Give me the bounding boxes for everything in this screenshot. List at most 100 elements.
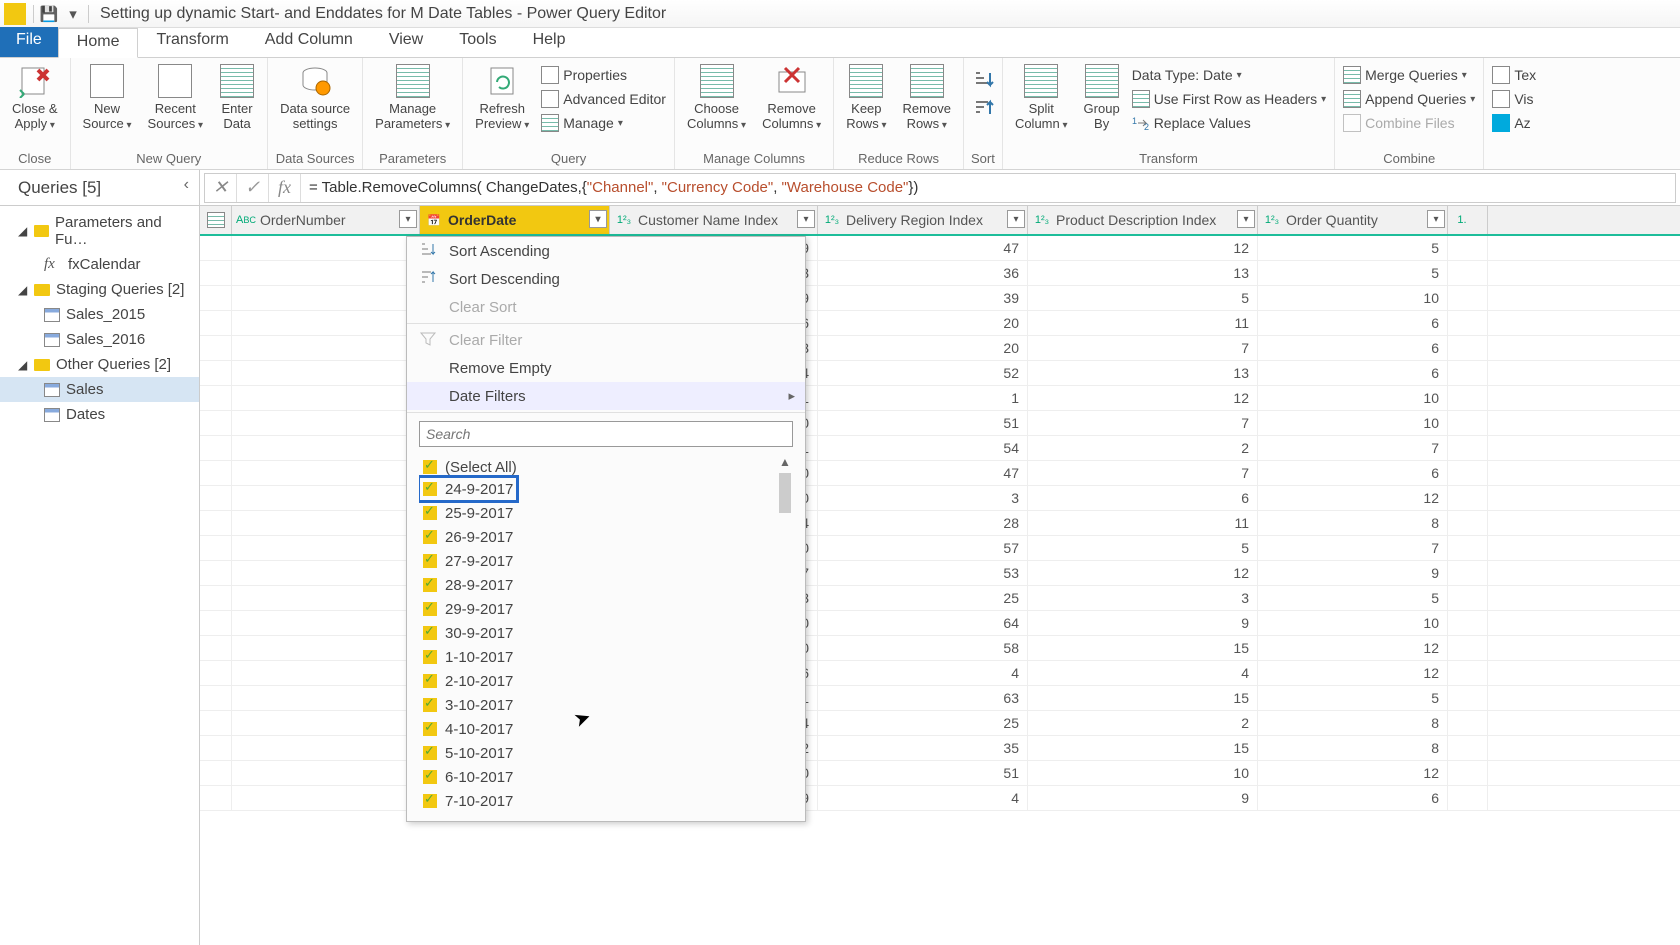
enter-data-button[interactable]: Enter Data bbox=[213, 60, 261, 133]
filter-value-item[interactable]: 27-9-2017 bbox=[419, 549, 793, 573]
filter-dropdown-icon[interactable]: ▾ bbox=[589, 210, 607, 228]
col-orderdate[interactable]: 📅OrderDate▾ bbox=[420, 206, 610, 234]
data-type-button[interactable]: Data Type: Date bbox=[1130, 64, 1328, 86]
col-extra[interactable]: 1. bbox=[1448, 206, 1488, 234]
scroll-thumb[interactable] bbox=[779, 473, 791, 513]
filter-dropdown-icon[interactable]: ▾ bbox=[1007, 210, 1025, 228]
sort-desc-item[interactable]: Sort Descending bbox=[407, 265, 805, 293]
filter-value-item[interactable]: 3-10-2017 bbox=[419, 693, 793, 717]
tab-transform[interactable]: Transform bbox=[138, 27, 246, 57]
filter-search-input[interactable] bbox=[419, 421, 793, 447]
tab-add-column[interactable]: Add Column bbox=[247, 27, 371, 57]
sort-desc-button[interactable] bbox=[970, 98, 996, 120]
group-query-label: Query bbox=[469, 150, 668, 169]
keep-rows-button[interactable]: Keep Rows bbox=[840, 60, 892, 135]
filter-value-item[interactable]: 30-9-2017 bbox=[419, 621, 793, 645]
properties-button[interactable]: Properties bbox=[539, 64, 668, 86]
filter-value-item[interactable]: 5-10-2017 bbox=[419, 741, 793, 765]
filter-value-item[interactable]: 2-10-2017 bbox=[419, 669, 793, 693]
append-queries-button[interactable]: Append Queries bbox=[1341, 88, 1477, 110]
ribbon-tab-bar: File Home Transform Add Column View Tool… bbox=[0, 28, 1680, 58]
quick-access-toolbar: 💾 ▾ Setting up dynamic Start- and Enddat… bbox=[0, 0, 1680, 28]
split-column-button[interactable]: Split Column bbox=[1009, 60, 1074, 135]
group-reducerows-label: Reduce Rows bbox=[840, 150, 957, 169]
qa-dropdown-icon[interactable]: ▾ bbox=[61, 3, 85, 25]
col-order-qty[interactable]: 1²₃Order Quantity▾ bbox=[1258, 206, 1448, 234]
filter-value-list[interactable]: ▲ (Select All)24-9-201725-9-201726-9-201… bbox=[419, 455, 793, 813]
col-ordernumber[interactable]: ABCOrderNumber▾ bbox=[232, 206, 420, 234]
tab-home[interactable]: Home bbox=[58, 28, 139, 58]
merge-queries-button[interactable]: Merge Queries bbox=[1341, 64, 1477, 86]
svg-text:2: 2 bbox=[1144, 122, 1149, 132]
group-datasources-label: Data Sources bbox=[274, 150, 356, 169]
filter-value-item[interactable]: 6-10-2017 bbox=[419, 765, 793, 789]
filter-value-item[interactable]: 29-9-2017 bbox=[419, 597, 793, 621]
manage-button[interactable]: Manage bbox=[539, 112, 668, 134]
first-row-headers-button[interactable]: Use First Row as Headers bbox=[1130, 88, 1328, 110]
vision-button[interactable]: Vis bbox=[1490, 88, 1538, 110]
type-date-icon: 📅 bbox=[424, 211, 444, 229]
filter-dropdown-icon[interactable]: ▾ bbox=[1427, 210, 1445, 228]
collapse-pane-icon[interactable]: ‹ bbox=[184, 176, 189, 194]
group-by-button[interactable]: Group By bbox=[1078, 60, 1126, 133]
filter-dropdown-icon[interactable]: ▾ bbox=[399, 210, 417, 228]
data-source-settings-button[interactable]: Data source settings bbox=[274, 60, 356, 133]
sidebar-group[interactable]: ◢Staging Queries [2] bbox=[0, 277, 199, 302]
filter-value-item[interactable]: 1-10-2017 bbox=[419, 645, 793, 669]
sidebar-item[interactable]: Dates bbox=[0, 402, 199, 427]
filter-dropdown-icon[interactable]: ▾ bbox=[1237, 210, 1255, 228]
filter-value-item[interactable]: 26-9-2017 bbox=[419, 525, 793, 549]
sort-asc-item[interactable]: Sort Ascending bbox=[407, 237, 805, 265]
sidebar-item[interactable]: Sales_2015 bbox=[0, 302, 199, 327]
filter-dropdown-icon[interactable]: ▾ bbox=[797, 210, 815, 228]
col-delivery-index[interactable]: 1²₃Delivery Region Index▾ bbox=[818, 206, 1028, 234]
group-close-label: Close bbox=[6, 150, 64, 169]
refresh-preview-button[interactable]: Refresh Preview bbox=[469, 60, 535, 135]
azure-ml-button[interactable]: Az bbox=[1490, 112, 1538, 134]
cancel-formula-icon[interactable]: ✕ bbox=[205, 174, 237, 202]
sidebar-group[interactable]: ◢Parameters and Fu… bbox=[0, 210, 199, 252]
choose-columns-button[interactable]: Choose Columns bbox=[681, 60, 752, 135]
scroll-up-icon[interactable]: ▲ bbox=[777, 455, 793, 469]
sort-asc-icon bbox=[419, 241, 437, 259]
remove-empty-item[interactable]: Remove Empty bbox=[407, 354, 805, 382]
text-analytics-button[interactable]: Tex bbox=[1490, 64, 1538, 86]
col-customer-index[interactable]: 1²₃Customer Name Index▾ bbox=[610, 206, 818, 234]
formula-bar[interactable]: ✕ ✓ fx = Table.RemoveColumns( ChangeDate… bbox=[204, 173, 1676, 203]
type-text-icon: ABC bbox=[236, 211, 256, 229]
tab-help[interactable]: Help bbox=[515, 27, 584, 57]
queries-pane-header[interactable]: Queries [5] ‹ bbox=[0, 170, 200, 206]
sidebar-item[interactable]: Sales_2016 bbox=[0, 327, 199, 352]
filter-value-item[interactable]: 24-9-2017 bbox=[419, 477, 517, 501]
tab-tools[interactable]: Tools bbox=[441, 27, 514, 57]
combine-files-button[interactable]: Combine Files bbox=[1341, 112, 1477, 134]
tab-view[interactable]: View bbox=[371, 27, 441, 57]
manage-parameters-button[interactable]: Manage Parameters bbox=[369, 60, 456, 135]
filter-value-item[interactable]: 25-9-2017 bbox=[419, 501, 793, 525]
remove-columns-button[interactable]: Remove Columns bbox=[756, 60, 827, 135]
filter-value-item[interactable]: 4-10-2017 bbox=[419, 717, 793, 741]
sort-asc-button[interactable] bbox=[970, 68, 996, 92]
sidebar-item[interactable]: fxfxCalendar bbox=[0, 252, 199, 277]
row-index-header[interactable] bbox=[200, 206, 232, 234]
col-product-index[interactable]: 1²₃Product Description Index▾ bbox=[1028, 206, 1258, 234]
filter-value-item[interactable]: 7-10-2017 bbox=[419, 789, 793, 813]
date-filters-item[interactable]: Date Filters bbox=[407, 382, 805, 410]
filter-value-item[interactable]: 28-9-2017 bbox=[419, 573, 793, 597]
commit-formula-icon[interactable]: ✓ bbox=[237, 174, 269, 202]
recent-sources-button[interactable]: Recent Sources bbox=[142, 60, 210, 135]
replace-values-button[interactable]: 12Replace Values bbox=[1130, 112, 1328, 134]
group-managecols-label: Manage Columns bbox=[681, 150, 827, 169]
filter-select-all[interactable]: (Select All) bbox=[419, 455, 793, 479]
sidebar-item[interactable]: Sales bbox=[0, 377, 199, 402]
type-number-icon: 1. bbox=[1452, 211, 1472, 229]
fx-icon[interactable]: fx bbox=[269, 174, 301, 202]
sidebar-group[interactable]: ◢Other Queries [2] bbox=[0, 352, 199, 377]
formula-text[interactable]: = Table.RemoveColumns( ChangeDates,{"Cha… bbox=[301, 177, 926, 198]
advanced-editor-button[interactable]: Advanced Editor bbox=[539, 88, 668, 110]
save-icon[interactable]: 💾 bbox=[37, 3, 61, 25]
file-tab[interactable]: File bbox=[0, 27, 58, 57]
remove-rows-button[interactable]: Remove Rows bbox=[897, 60, 957, 135]
new-source-button[interactable]: New Source bbox=[77, 60, 138, 135]
close-apply-button[interactable]: Close & Apply bbox=[6, 60, 64, 135]
